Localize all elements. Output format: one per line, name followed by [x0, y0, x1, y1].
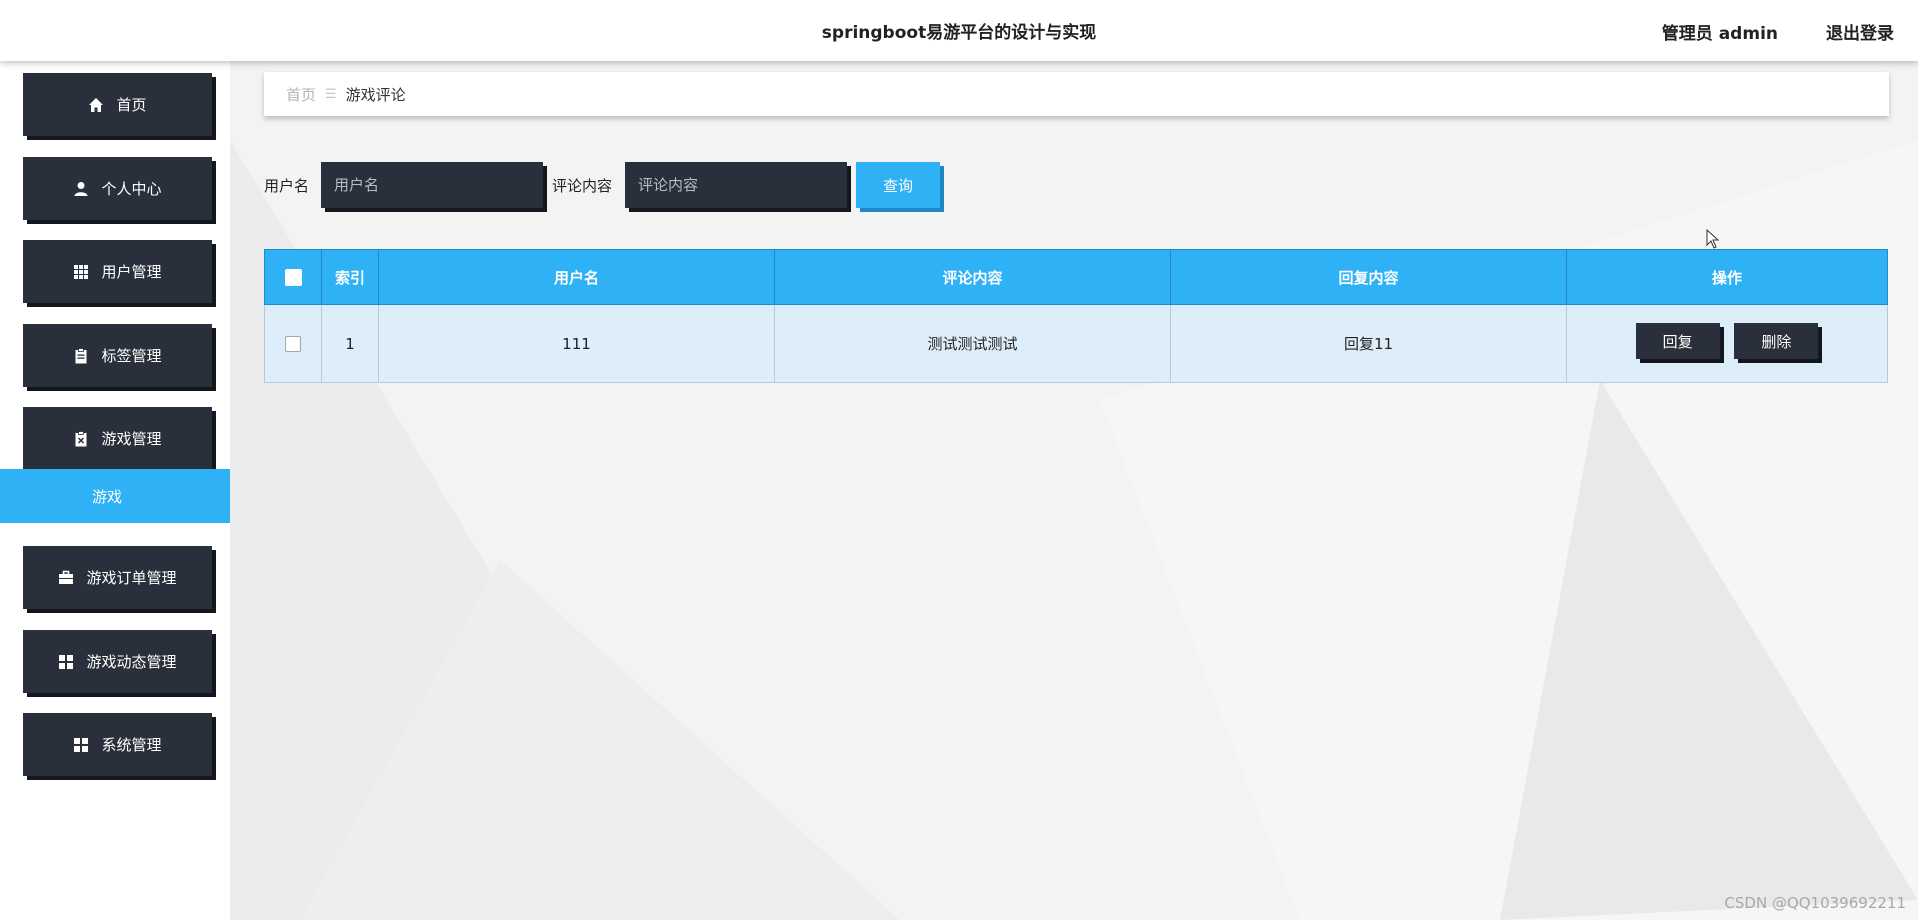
submenu-item-label: 游戏: [91, 487, 122, 506]
home-icon: [88, 97, 104, 113]
sidebar-item-home[interactable]: 首页: [23, 73, 212, 136]
username-label: 用户名: [264, 177, 310, 195]
sidebar-item-label: 游戏订单管理: [86, 569, 177, 587]
row-comment: 测试测试测试: [774, 304, 1171, 383]
table-header-row: 索引 用户名 评论内容 回复内容 操作: [264, 249, 1888, 305]
column-header: 回复内容: [1170, 249, 1567, 305]
query-button[interactable]: 查询: [856, 162, 940, 208]
logout-link[interactable]: 退出登录: [1826, 19, 1894, 44]
sidebar-item-label: 个人中心: [101, 180, 162, 198]
row-index: 1: [321, 304, 379, 383]
user-icon: [73, 181, 89, 197]
sidebar-item-users[interactable]: 用户管理: [23, 240, 212, 303]
column-header: 操作: [1566, 249, 1888, 305]
background-pattern: [230, 140, 1918, 920]
select-all-checkbox[interactable]: [284, 269, 302, 286]
row-username: 111: [378, 304, 775, 383]
column-header: 用户名: [378, 249, 775, 305]
comments-table: 索引 用户名 评论内容 回复内容 操作 1 111 测试测试测试 回复11 回复…: [264, 249, 1888, 383]
mouse-cursor-icon: [1706, 229, 1720, 249]
column-header: 索引: [321, 249, 379, 305]
username-input[interactable]: [321, 162, 543, 208]
briefcase-icon: [58, 570, 74, 586]
sidebar-item-game-orders[interactable]: 游戏订单管理: [23, 546, 212, 609]
delete-button[interactable]: 删除: [1734, 323, 1819, 359]
breadcrumb-separator-icon: ☰: [325, 86, 337, 102]
sidebar-item-tags[interactable]: 标签管理: [23, 324, 212, 387]
clipboard-icon: [73, 347, 89, 364]
sidebar-item-games[interactable]: 游戏管理: [23, 407, 212, 470]
reply-button[interactable]: 回复: [1635, 323, 1720, 359]
row-reply: 回复11: [1170, 304, 1567, 383]
sidebar-item-label: 标签管理: [101, 347, 162, 365]
row-actions: 回复 删除: [1566, 304, 1888, 383]
sidebar: 首页 个人中心 用户管理 标签管理 游戏管理 游戏 游戏订单管理 游戏动态管理 …: [0, 61, 230, 920]
comment-input[interactable]: [625, 162, 847, 208]
clipboard-x-icon: [73, 430, 89, 447]
apps-icon: [58, 654, 74, 670]
apps-icon: [73, 737, 89, 753]
top-header: springboot易游平台的设计与实现 管理员 admin 退出登录: [0, 0, 1918, 61]
breadcrumb-home[interactable]: 首页: [286, 84, 316, 105]
sidebar-item-label: 首页: [116, 96, 147, 114]
grid-icon: [73, 264, 89, 280]
sidebar-item-label: 游戏管理: [101, 430, 162, 448]
current-user: 管理员 admin: [1661, 24, 1778, 44]
breadcrumb-current: 游戏评论: [345, 85, 406, 104]
sidebar-item-game-news[interactable]: 游戏动态管理: [23, 630, 212, 693]
row-select-cell: [264, 304, 322, 383]
comment-label: 评论内容: [552, 177, 613, 195]
sidebar-item-system[interactable]: 系统管理: [23, 713, 212, 776]
table-row: 1 111 测试测试测试 回复11 回复 删除: [264, 304, 1888, 383]
select-all-cell: [264, 249, 322, 305]
app-title: springboot易游平台的设计与实现: [821, 23, 1097, 43]
watermark: CSDN @QQ1039692211: [1724, 894, 1906, 912]
column-header: 评论内容: [774, 249, 1171, 305]
sidebar-item-label: 游戏动态管理: [86, 653, 177, 671]
sidebar-item-profile[interactable]: 个人中心: [23, 157, 212, 220]
sidebar-item-label: 用户管理: [101, 263, 162, 281]
row-checkbox[interactable]: [285, 336, 301, 352]
sidebar-item-label: 系统管理: [101, 736, 162, 754]
breadcrumb: 首页 ☰ 游戏评论: [264, 72, 1889, 116]
submenu-item-game[interactable]: 游戏: [0, 469, 230, 523]
